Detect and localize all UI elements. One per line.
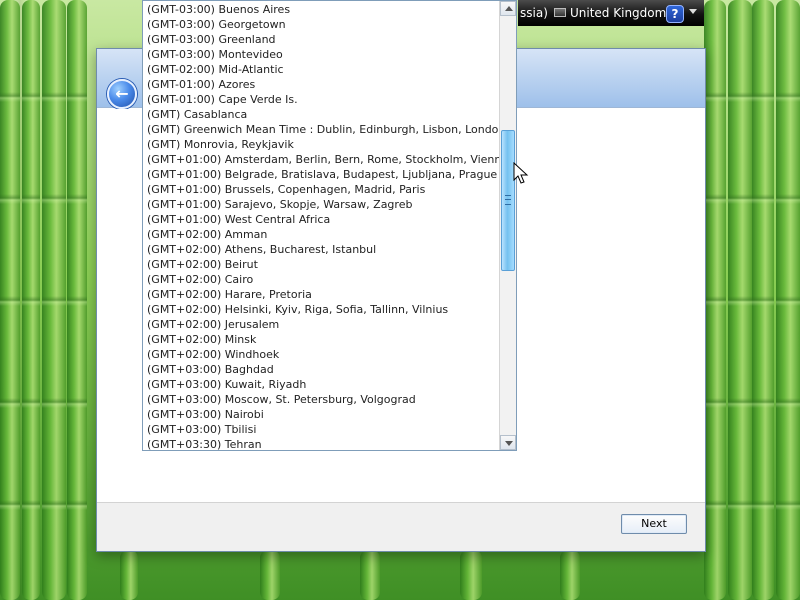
arrow-down-icon — [505, 441, 513, 446]
time-zone-option[interactable]: (GMT-03:00) Georgetown — [145, 17, 500, 32]
chevron-down-icon[interactable] — [688, 7, 698, 17]
time-zone-option[interactable]: (GMT+01:00) Sarajevo, Skopje, Warsaw, Za… — [145, 197, 500, 212]
time-zone-option[interactable]: (GMT-01:00) Cape Verde Is. — [145, 92, 500, 107]
time-zone-option[interactable]: (GMT+02:00) Harare, Pretoria — [145, 287, 500, 302]
time-zone-dropdown-list[interactable]: (GMT-03:00) Buenos Aires (GMT-03:00) Geor… — [142, 0, 517, 451]
window-footer: Next — [97, 502, 705, 551]
time-zone-option[interactable]: (GMT+03:00) Tbilisi — [145, 422, 500, 437]
time-zone-option[interactable]: (GMT+02:00) Beirut — [145, 257, 500, 272]
time-zone-option[interactable]: (GMT+02:00) Cairo — [145, 272, 500, 287]
time-zone-option[interactable]: (GMT+03:00) Moscow, St. Petersburg, Volg… — [145, 392, 500, 407]
time-zone-option[interactable]: (GMT-01:00) Azores — [145, 77, 500, 92]
time-zone-option[interactable]: (GMT-03:00) Montevideo — [145, 47, 500, 62]
time-zone-list: (GMT-03:00) Buenos Aires (GMT-03:00) Geor… — [145, 2, 500, 450]
arrow-left-icon: ← — [115, 84, 129, 103]
time-zone-option[interactable]: (GMT+03:30) Tehran — [145, 437, 500, 450]
time-zone-option[interactable]: (GMT+01:00) Amsterdam, Berlin, Bern, Rom… — [145, 152, 500, 167]
arrow-up-icon — [505, 6, 513, 11]
bamboo-stalk-decoration — [360, 550, 380, 600]
mouse-cursor-icon — [513, 162, 529, 184]
bamboo-stalk-decoration — [42, 0, 66, 600]
bamboo-stalk-decoration — [560, 550, 580, 600]
bamboo-stalk-decoration — [22, 0, 40, 600]
help-icon[interactable]: ? — [666, 5, 684, 23]
bamboo-stalk-decoration — [120, 550, 138, 600]
scroll-down-button[interactable] — [500, 435, 516, 450]
keyboard-icon[interactable] — [554, 8, 566, 17]
time-zone-option[interactable]: (GMT-03:00) Buenos Aires — [145, 2, 500, 17]
time-zone-option[interactable]: (GMT+03:00) Baghdad — [145, 362, 500, 377]
back-button[interactable]: ← — [107, 79, 137, 109]
bamboo-stalk-decoration — [0, 0, 20, 600]
time-zone-option[interactable]: (GMT+02:00) Amman — [145, 227, 500, 242]
time-zone-option[interactable]: (GMT+02:00) Athens, Bucharest, Istanbul — [145, 242, 500, 257]
bamboo-stalk-decoration — [728, 0, 752, 600]
time-zone-option[interactable]: (GMT+02:00) Jerusalem — [145, 317, 500, 332]
keyboard-layout-label[interactable]: United Kingdom — [570, 0, 666, 26]
time-zone-option[interactable]: (GMT-03:00) Greenland — [145, 32, 500, 47]
time-zone-option[interactable]: (GMT+01:00) Brussels, Copenhagen, Madrid… — [145, 182, 500, 197]
language-bar-partial-text: ssia) — [520, 6, 548, 20]
bamboo-stalk-decoration — [704, 0, 726, 600]
language-bar: ssia) United Kingdom ? — [518, 0, 704, 26]
time-zone-option[interactable]: (GMT-02:00) Mid-Atlantic — [145, 62, 500, 77]
time-zone-option[interactable]: (GMT+02:00) Minsk — [145, 332, 500, 347]
desktop-background: ssia) United Kingdom ? ← Next (GMT-03:00… — [0, 0, 800, 600]
time-zone-option[interactable]: (GMT+01:00) West Central Africa — [145, 212, 500, 227]
bamboo-stalk-decoration — [67, 0, 87, 600]
time-zone-option[interactable]: (GMT+03:00) Nairobi — [145, 407, 500, 422]
time-zone-option[interactable]: (GMT+01:00) Belgrade, Bratislava, Budape… — [145, 167, 500, 182]
bamboo-stalk-decoration — [260, 550, 280, 600]
bamboo-stalk-decoration — [460, 550, 482, 600]
time-zone-option[interactable]: (GMT+02:00) Windhoek — [145, 347, 500, 362]
bamboo-stalk-decoration — [776, 0, 800, 600]
time-zone-option[interactable]: (GMT) Monrovia, Reykjavik — [145, 137, 500, 152]
scroll-up-button[interactable] — [500, 1, 516, 16]
time-zone-option[interactable]: (GMT) Casablanca — [145, 107, 500, 122]
dropdown-scrollbar[interactable] — [499, 1, 516, 450]
time-zone-option[interactable]: (GMT+03:00) Kuwait, Riyadh — [145, 377, 500, 392]
next-button[interactable]: Next — [621, 514, 687, 534]
grip-icon — [505, 195, 511, 205]
time-zone-option[interactable]: (GMT+02:00) Helsinki, Kyiv, Riga, Sofia,… — [145, 302, 500, 317]
scrollbar-thumb[interactable] — [501, 130, 515, 271]
bamboo-stalk-decoration — [752, 0, 774, 600]
time-zone-option[interactable]: (GMT) Greenwich Mean Time : Dublin, Edin… — [145, 122, 500, 137]
